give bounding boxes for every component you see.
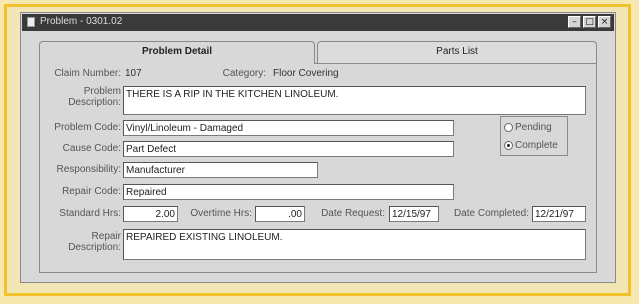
date-request-field[interactable]: 12/15/97 bbox=[389, 206, 439, 222]
minimize-icon[interactable]: – bbox=[568, 16, 581, 28]
repair-description-field[interactable]: REPAIRED EXISTING LINOLEUM. bbox=[123, 229, 586, 260]
tab-parts-list[interactable]: Parts List bbox=[317, 41, 597, 63]
tab-problem-detail[interactable]: Problem Detail bbox=[39, 41, 315, 64]
responsibility-label: Responsibility: bbox=[56, 164, 121, 175]
repair-code-field[interactable]: Repaired bbox=[123, 184, 454, 200]
problem-description-label: Problem Description: bbox=[68, 86, 121, 108]
window-title: Problem - 0301.02 bbox=[40, 16, 123, 27]
repair-description-label: Repair Description: bbox=[68, 231, 121, 253]
standard-hrs-label: Standard Hrs: bbox=[59, 208, 121, 219]
radio-pending-label: Pending bbox=[515, 122, 552, 133]
radio-complete-label: Complete bbox=[515, 140, 558, 151]
overtime-hrs-label: Overtime Hrs: bbox=[190, 208, 252, 219]
problem-detail-panel: Claim Number: 107 Category: Floor Coveri… bbox=[39, 63, 597, 273]
radio-pending[interactable]: Pending bbox=[504, 122, 552, 133]
radio-complete-circle[interactable] bbox=[504, 141, 513, 150]
cause-code-field[interactable]: Part Defect bbox=[123, 141, 454, 157]
window-controls: – □ × bbox=[568, 16, 611, 28]
problem-code-label: Problem Code: bbox=[54, 122, 121, 133]
radio-complete[interactable]: Complete bbox=[504, 140, 558, 151]
radio-pending-circle[interactable] bbox=[504, 123, 513, 132]
category-label: Category: bbox=[222, 68, 266, 79]
problem-code-field[interactable]: Vinyl/Linoleum - Damaged bbox=[123, 120, 454, 136]
responsibility-field[interactable]: Manufacturer bbox=[123, 162, 318, 178]
maximize-icon[interactable]: □ bbox=[583, 16, 596, 28]
claim-number-value: 107 bbox=[125, 68, 142, 79]
close-icon[interactable]: × bbox=[598, 16, 611, 28]
date-request-label: Date Request: bbox=[321, 208, 385, 219]
overtime-hrs-field[interactable]: .00 bbox=[255, 206, 305, 222]
claim-number-label: Claim Number: bbox=[54, 68, 121, 79]
status-radio-group: Pending Complete bbox=[500, 116, 568, 156]
cause-code-label: Cause Code: bbox=[62, 143, 121, 154]
problem-description-field[interactable]: THERE IS A RIP IN THE KITCHEN LINOLEUM. bbox=[123, 86, 586, 115]
repair-code-label: Repair Code: bbox=[62, 186, 121, 197]
app-icon[interactable] bbox=[27, 17, 35, 27]
date-completed-label: Date Completed: bbox=[453, 208, 529, 219]
standard-hrs-field[interactable]: 2.00 bbox=[123, 206, 178, 222]
category-value: Floor Covering bbox=[273, 68, 339, 79]
problem-window: Problem - 0301.02 – □ × Problem Detail P… bbox=[20, 12, 616, 283]
title-bar[interactable]: Problem - 0301.02 – □ × bbox=[22, 14, 614, 31]
date-completed-field[interactable]: 12/21/97 bbox=[532, 206, 586, 222]
